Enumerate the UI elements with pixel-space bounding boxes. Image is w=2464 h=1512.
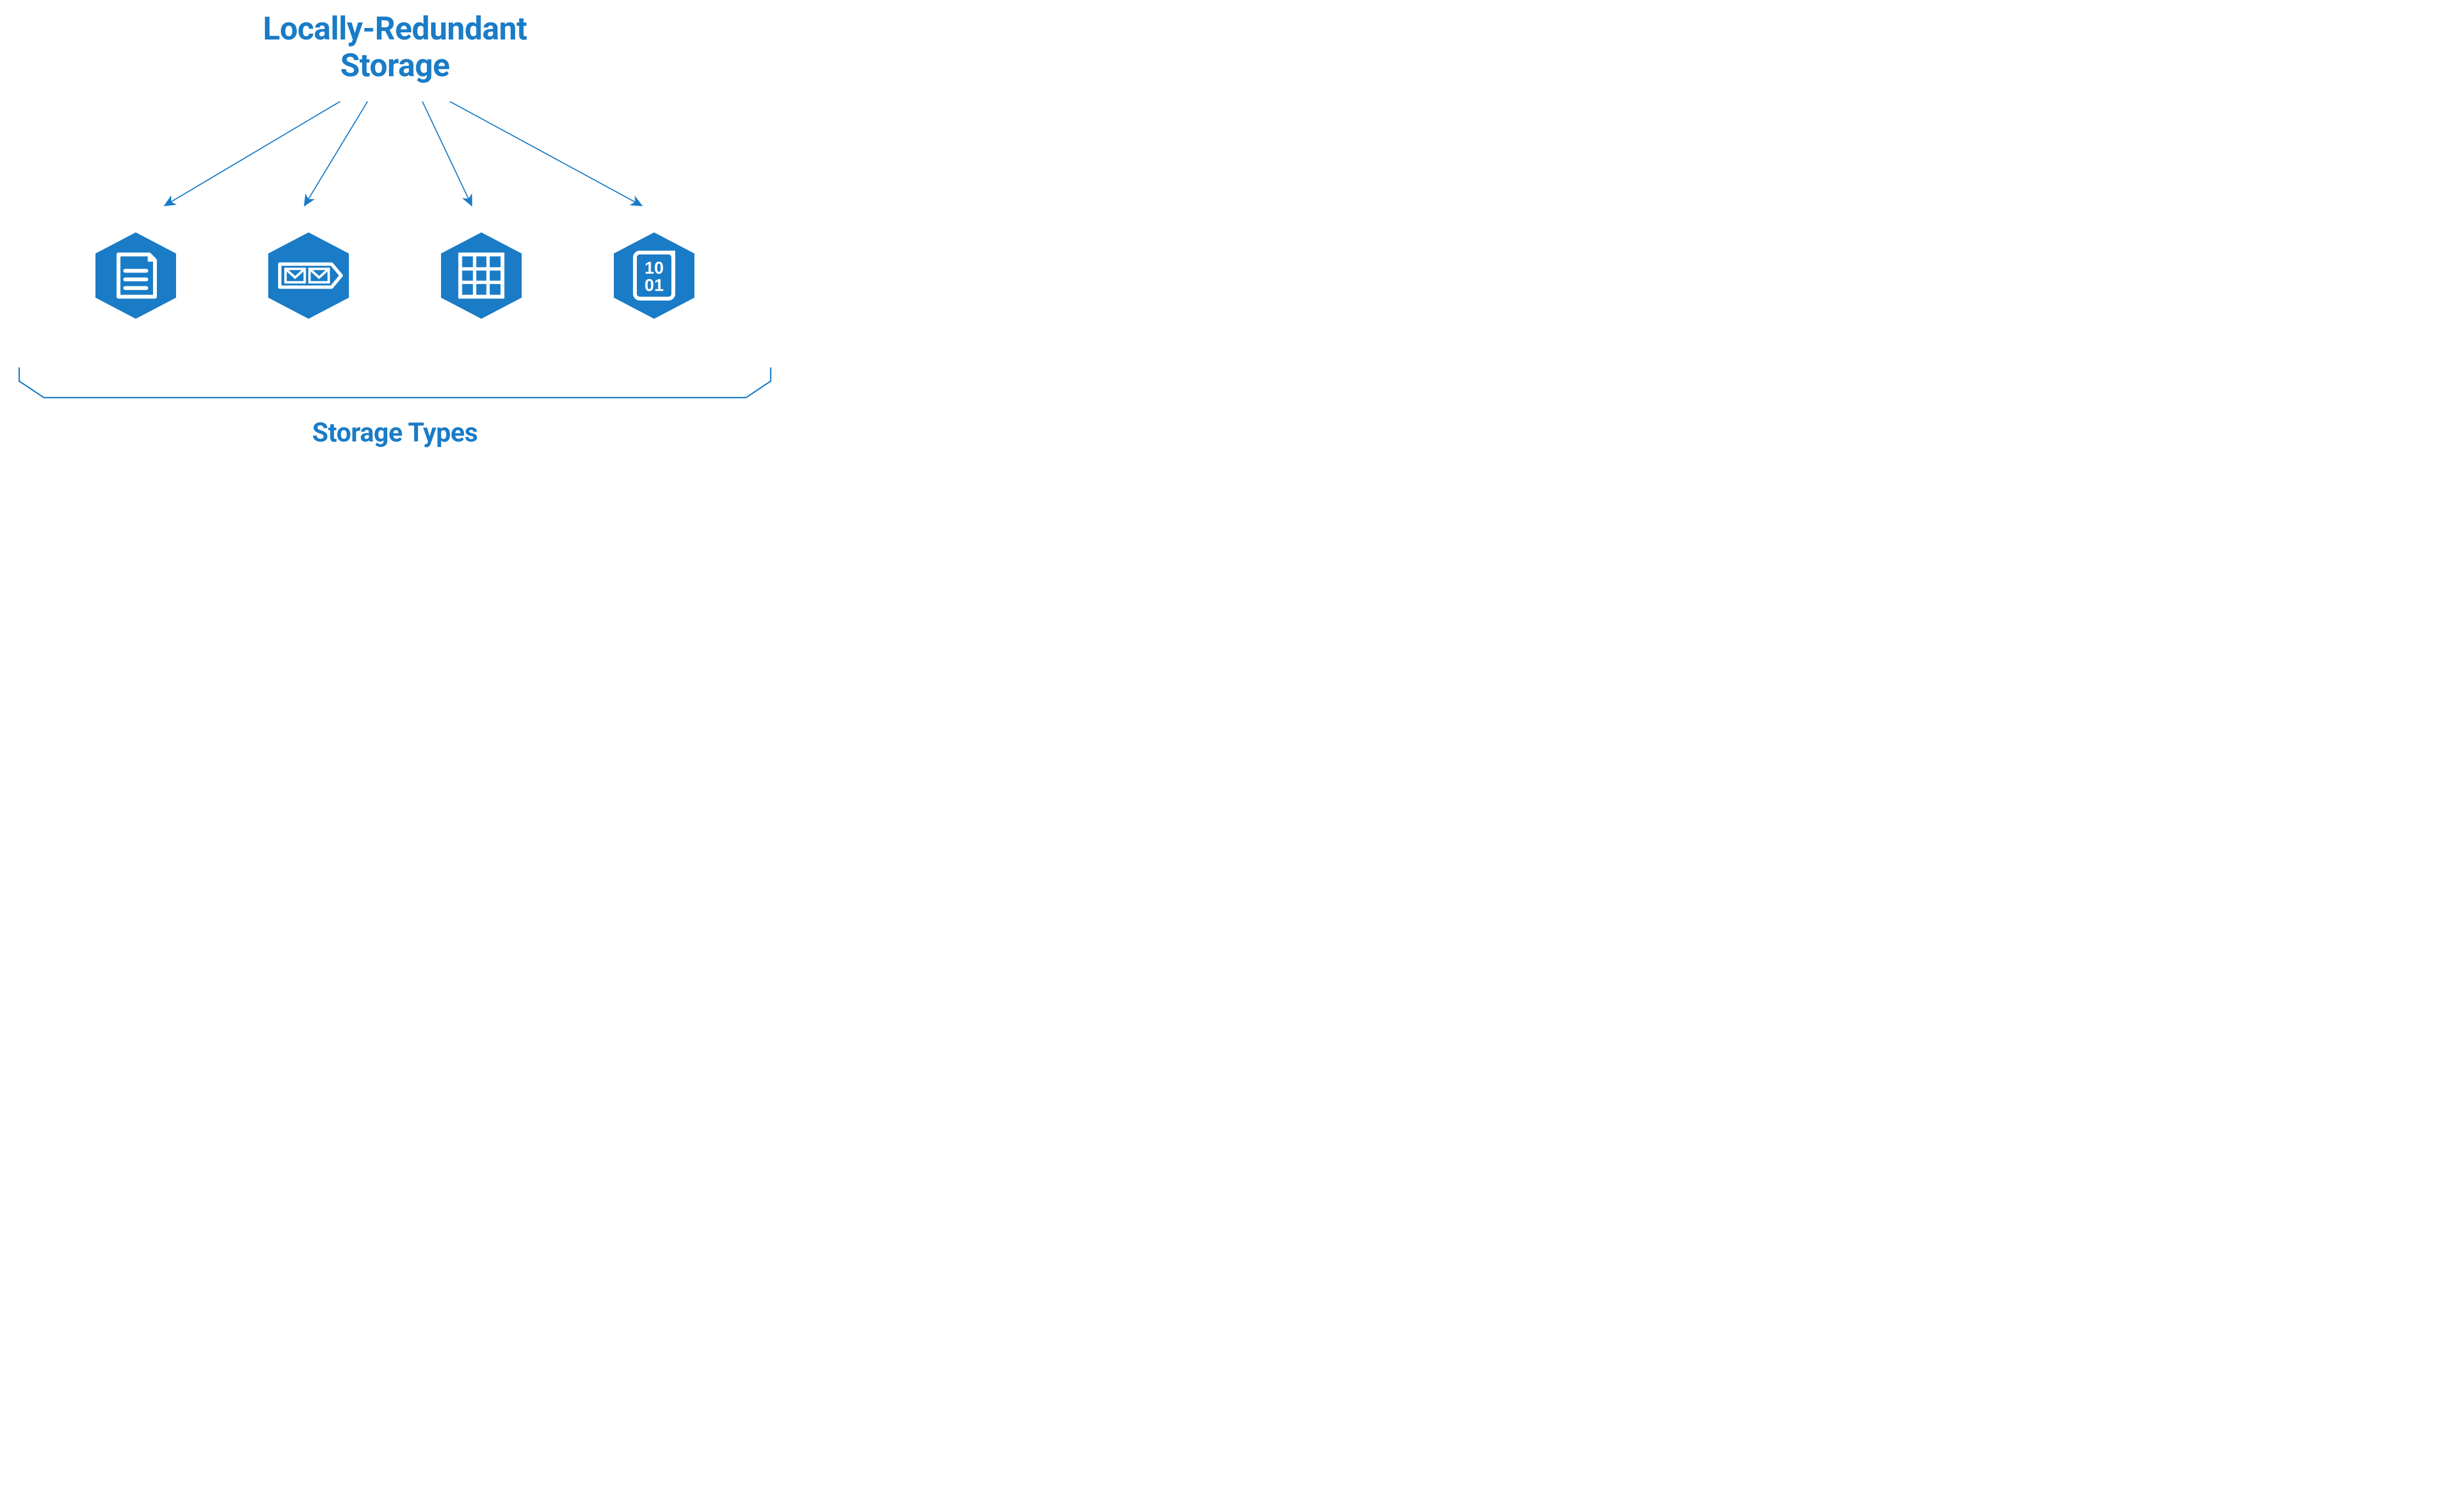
file-icon <box>88 228 184 324</box>
storage-types-row: 10 01 <box>0 228 790 324</box>
blob-storage-tile: 10 01 <box>602 228 707 324</box>
queue-icon <box>261 228 357 324</box>
storage-types-label: Storage Types <box>312 417 478 448</box>
svg-text:01: 01 <box>645 275 664 295</box>
title-line-2: Storage <box>340 47 450 84</box>
distribution-arrows <box>0 96 790 217</box>
table-icon <box>433 228 529 324</box>
grouping-bracket <box>16 365 773 403</box>
diagram-title: Locally-Redundant Storage <box>263 11 527 84</box>
blob-icon: 10 01 <box>606 228 702 324</box>
table-storage-tile <box>429 228 534 324</box>
queue-storage-tile <box>257 228 361 324</box>
file-storage-tile <box>84 228 188 324</box>
title-line-1: Locally-Redundant <box>263 10 527 48</box>
